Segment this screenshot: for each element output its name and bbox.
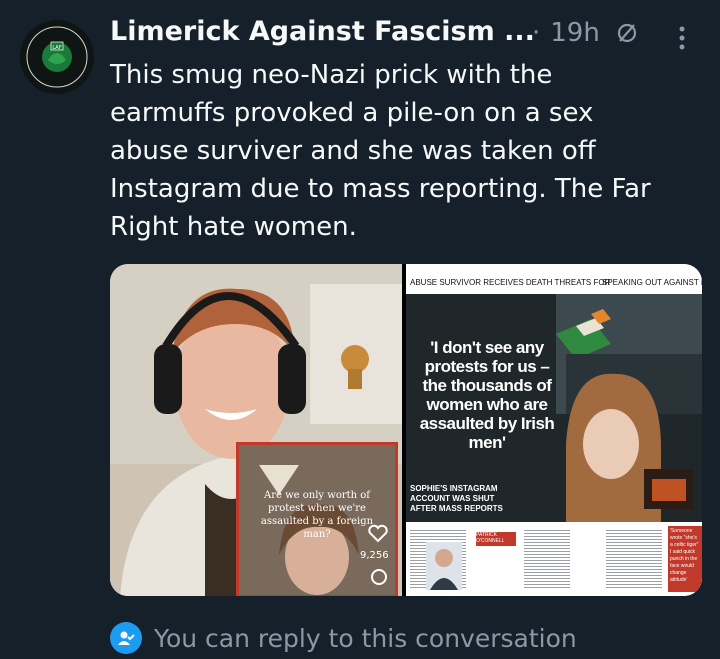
newspaper-kicker-left: ABUSE SURVIVOR RECEIVES DEATH THREATS FO… xyxy=(410,278,611,287)
newspaper-kicker-right: SPEAKING OUT AGAINST R xyxy=(602,278,702,287)
tweet-meta: · 19h xyxy=(532,18,638,48)
newspaper-byline: PATRICK O'CONNELL xyxy=(476,532,516,546)
avatar-logo-text: LAF xyxy=(52,45,61,51)
newspaper-body: PATRICK O'CONNELL xyxy=(406,522,702,596)
meta-separator: · xyxy=(532,18,541,48)
newspaper-quote: 'I don't see any protests for us – the t… xyxy=(419,338,555,452)
newspaper-pullquote: 'Someone wrote "she's a celtic tiger" I … xyxy=(668,526,702,592)
reply-restriction: You can reply to this conversation xyxy=(110,618,577,658)
newspaper-photo: 'I don't see any protests for us – the t… xyxy=(406,294,702,522)
more-vertical-icon[interactable] xyxy=(678,24,686,52)
author-avatar[interactable]: LAF xyxy=(20,20,94,94)
newspaper-header: ABUSE SURVIVOR RECEIVES DEATH THREATS FO… xyxy=(406,264,702,294)
inset-video[interactable]: Are we only worth of protest when we're … xyxy=(236,442,398,596)
person-check-icon xyxy=(110,622,142,654)
tweet-time[interactable]: 19h xyxy=(550,18,600,48)
columnist-photo xyxy=(426,542,462,590)
media-image-left[interactable]: Are we only worth of protest when we're … xyxy=(110,264,402,596)
inset-caption: Are we only worth of protest when we're … xyxy=(260,490,374,540)
text-column xyxy=(606,528,662,588)
comment-icon[interactable] xyxy=(369,567,389,587)
like-count: 9,256 xyxy=(360,550,389,561)
tweet-text: This smug neo-Nazi prick with the earmuf… xyxy=(110,60,651,242)
tweet-header: Limerick Against Fascism ... · 19h xyxy=(110,14,700,58)
newspaper-subhead: SOPHIE'S INSTAGRAM ACCOUNT WAS SHUT AFTE… xyxy=(410,484,503,513)
author-name[interactable]: Limerick Against Fascism ... xyxy=(110,16,535,47)
tweet-media[interactable]: Are we only worth of protest when we're … xyxy=(110,264,702,596)
reply-restriction-text: You can reply to this conversation xyxy=(154,623,577,653)
text-column xyxy=(524,528,570,588)
media-image-right[interactable]: ABUSE SURVIVOR RECEIVES DEATH THREATS FO… xyxy=(406,264,702,596)
slash-circle-icon[interactable] xyxy=(616,22,638,44)
heart-icon[interactable] xyxy=(367,523,389,543)
